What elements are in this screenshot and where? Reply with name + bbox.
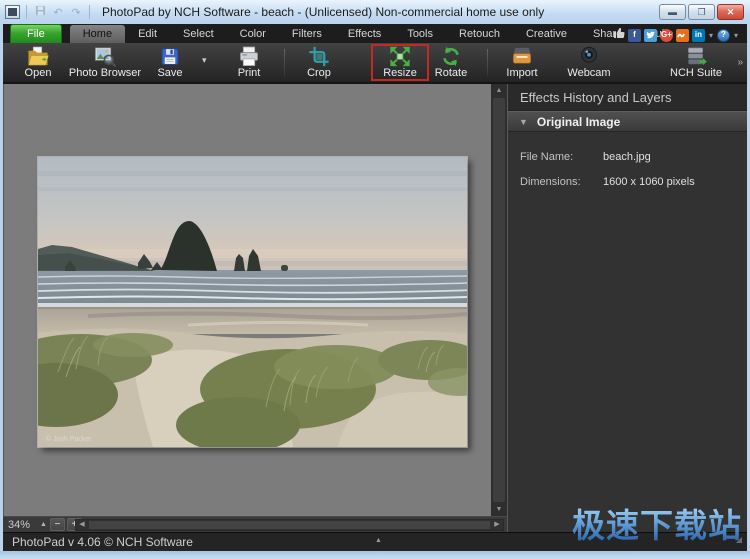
app-icon[interactable]: [5, 5, 20, 19]
print-button[interactable]: Print: [222, 45, 276, 81]
tab-color[interactable]: Color: [227, 25, 279, 43]
tab-creative[interactable]: Creative: [513, 25, 580, 43]
dimensions-label: Dimensions:: [508, 176, 603, 188]
resize-button[interactable]: Resize: [373, 45, 427, 81]
collapse-triangle-icon[interactable]: ▼: [519, 117, 528, 127]
toolbar-separator: [487, 49, 488, 77]
titlebar: ↶ ↷ PhotoPad by NCH Software - beach - (…: [0, 0, 750, 24]
tab-select[interactable]: Select: [170, 25, 227, 43]
rotate-icon: [440, 46, 462, 67]
photo-browser-button[interactable]: Photo Browser: [65, 45, 145, 81]
save-button[interactable]: Save: [143, 45, 197, 81]
tab-file[interactable]: File: [10, 24, 62, 43]
minimize-button[interactable]: ▬: [659, 4, 686, 20]
crop-icon: [308, 46, 330, 67]
open-button[interactable]: Open: [10, 45, 66, 81]
file-name-row: File Name: beach.jpg: [508, 144, 747, 169]
tab-edit[interactable]: Edit: [125, 25, 170, 43]
photo-browser-icon: [93, 46, 117, 67]
panel-expander-arrow[interactable]: ▲: [375, 532, 382, 550]
window-border: [0, 551, 750, 559]
scroll-left-arrow[interactable]: ◀: [76, 520, 88, 530]
dimensions-row: Dimensions: 1600 x 1060 pixels: [508, 169, 747, 194]
maximize-button[interactable]: ❐: [688, 4, 715, 20]
redo-icon[interactable]: ↷: [69, 6, 83, 19]
tab-tools[interactable]: Tools: [394, 25, 446, 43]
import-button[interactable]: Import: [495, 45, 549, 81]
photo-credit-watermark: © Josh Packer: [46, 435, 92, 443]
horizontal-scrollbar-thumb[interactable]: [89, 521, 490, 529]
ribbon-tabbar: File Home Edit Select Color Filters Effe…: [3, 24, 747, 43]
resize-icon: [389, 46, 411, 67]
save-floppy-icon: [159, 46, 181, 67]
main-toolbar: Open Photo Browser Save: [3, 43, 747, 84]
panel-header: Effects History and Layers: [508, 84, 747, 111]
scroll-up-arrow[interactable]: ▲: [491, 84, 507, 97]
divider: [26, 5, 27, 19]
photo-beach[interactable]: © Josh Packer: [38, 157, 467, 447]
file-name-label: File Name:: [508, 151, 603, 163]
canvas-area[interactable]: © Josh Packer: [3, 84, 491, 516]
like-icon[interactable]: [612, 26, 625, 44]
window-title: PhotoPad by NCH Software - beach - (Unli…: [102, 5, 544, 19]
save-dropdown-arrow[interactable]: ▾: [202, 55, 207, 66]
tab-filters[interactable]: Filters: [279, 25, 335, 43]
file-name-value: beach.jpg: [603, 151, 651, 163]
webcam-button[interactable]: Webcam: [559, 45, 619, 81]
help-icon[interactable]: ?: [717, 29, 730, 42]
nch-suite-button[interactable]: NCH Suite: [663, 45, 729, 81]
printer-icon: [237, 46, 261, 67]
zoom-bar: 34% ▲ − + ◀ ▶: [3, 516, 507, 532]
tab-retouch[interactable]: Retouch: [446, 25, 513, 43]
photopad-window: ↶ ↷ PhotoPad by NCH Software - beach - (…: [0, 0, 750, 559]
dimensions-value: 1600 x 1060 pixels: [603, 176, 695, 188]
zoom-out-button[interactable]: −: [50, 518, 65, 531]
toolbar-separator: [284, 49, 285, 77]
divider: [89, 5, 90, 19]
chevron-down-icon[interactable]: ▾: [708, 31, 714, 40]
vertical-scrollbar[interactable]: ▲ ▼: [491, 84, 507, 516]
close-button[interactable]: ✕: [717, 4, 744, 20]
site-watermark: 极速下载站: [572, 499, 742, 547]
linkedin-icon[interactable]: in: [692, 29, 705, 42]
horizontal-scrollbar[interactable]: ◀ ▶: [75, 519, 504, 531]
window-border: [0, 24, 3, 559]
scroll-right-arrow[interactable]: ▶: [491, 520, 503, 530]
quick-save-icon[interactable]: [33, 5, 47, 19]
webcam-icon: [578, 46, 600, 67]
toolbar-overflow-chevron[interactable]: »: [737, 57, 742, 68]
undo-icon[interactable]: ↶: [51, 6, 65, 19]
rotate-button[interactable]: Rotate: [424, 45, 478, 81]
zoom-level[interactable]: 34%: [8, 519, 40, 531]
social-orange-icon[interactable]: [676, 29, 689, 42]
zoom-menu-arrow[interactable]: ▲: [40, 521, 47, 528]
facebook-icon[interactable]: f: [628, 29, 641, 42]
original-image-section[interactable]: ▼ Original Image: [508, 111, 747, 132]
nch-suite-icon: [684, 46, 708, 67]
twitter-icon[interactable]: [644, 29, 657, 42]
crop-button[interactable]: Crop: [292, 45, 346, 81]
effects-history-panel: Effects History and Layers ▼ Original Im…: [507, 84, 747, 532]
scroll-down-arrow[interactable]: ▼: [491, 503, 507, 516]
google-plus-icon[interactable]: G+: [660, 29, 673, 42]
status-text: PhotoPad v 4.06 © NCH Software: [12, 535, 193, 549]
vertical-scrollbar-thumb[interactable]: [493, 98, 505, 502]
open-folder-icon: [26, 46, 50, 67]
tab-home[interactable]: Home: [70, 25, 125, 43]
scanner-icon: [510, 46, 534, 67]
tab-effects[interactable]: Effects: [335, 25, 394, 43]
chevron-down-icon[interactable]: ▾: [733, 31, 739, 40]
